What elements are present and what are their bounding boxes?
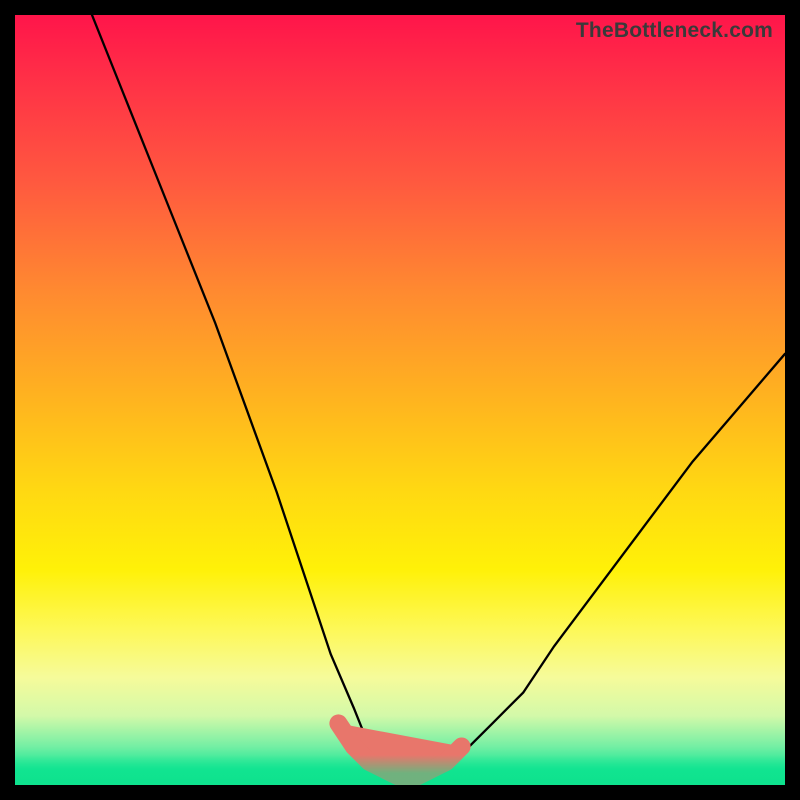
left-curve-path	[92, 15, 400, 785]
plot-area: TheBottleneck.com	[15, 15, 785, 785]
outer-frame: TheBottleneck.com	[0, 0, 800, 800]
curve-layer	[15, 15, 785, 785]
optimum-blob	[338, 723, 461, 777]
right-curve-path	[400, 354, 785, 785]
